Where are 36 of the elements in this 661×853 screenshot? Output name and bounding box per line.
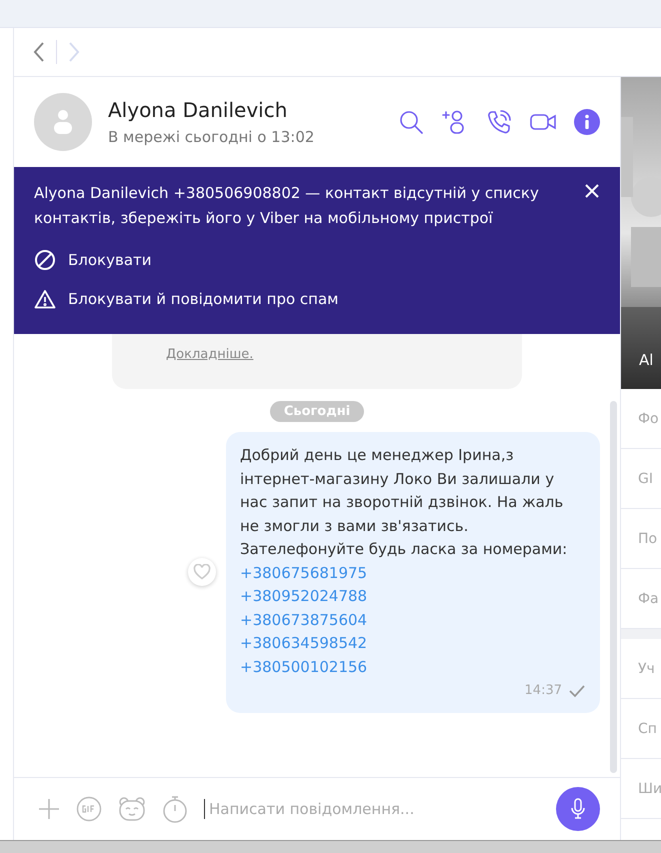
message-text: Зателефонуйте будь ласка за номерами: <box>240 539 568 560</box>
online-status: В мережі сьогодні о 13:02 <box>108 128 316 146</box>
message-text: Добрий день це менеджер Ірина,з інтернет-магазину Локо Ви залишали у нас запит на зворотній дзвінок. На жаль не змогли з вами зв'язатись. <box>240 445 564 536</box>
heart-icon <box>193 564 211 580</box>
microphone-button[interactable] <box>556 787 600 831</box>
photo-caption: Al <box>639 351 654 369</box>
menu-item[interactable]: Фо <box>621 389 661 449</box>
microphone-icon <box>570 798 586 820</box>
call-button[interactable] <box>486 109 512 135</box>
message-time: 14:37 <box>524 682 562 700</box>
block-button[interactable]: Блокувати <box>34 249 152 271</box>
menu-item[interactable]: GI <box>621 449 661 509</box>
menu-item[interactable]: Сп <box>621 699 661 759</box>
menu-item[interactable]: Уч <box>621 639 661 699</box>
timer-icon[interactable] <box>162 795 188 823</box>
report-spam-button[interactable]: Блокувати й повідомити про спам <box>34 289 338 309</box>
phone-link[interactable]: +380952024788 <box>240 585 368 608</box>
learn-more-link[interactable]: Докладніше. <box>166 347 254 362</box>
phone-link[interactable]: +380500102156 <box>240 656 368 679</box>
close-button[interactable] <box>584 183 600 199</box>
back-button[interactable] <box>32 41 46 63</box>
search-button[interactable] <box>398 109 424 135</box>
menu-item[interactable]: По <box>621 509 661 569</box>
sticker-icon[interactable] <box>118 796 146 822</box>
warning-icon <box>34 289 56 309</box>
phone-link[interactable]: +380673875604 <box>240 608 368 632</box>
block-icon <box>34 249 56 271</box>
phone-link[interactable]: +380634598542 <box>240 632 368 656</box>
plus-icon[interactable] <box>38 798 60 820</box>
banner-message: Alyona Danilevich +380506908802 — контакт відсутній у списку контактів, збережіть його у Viber на мобільному пристрої <box>34 183 540 229</box>
menu-item[interactable]: Ши <box>621 759 661 819</box>
scrollbar[interactable] <box>610 401 617 773</box>
phone-link[interactable]: +380675681975 <box>240 562 368 585</box>
info-button[interactable] <box>574 109 600 135</box>
contact-name: Alyona Danilevich <box>108 98 288 122</box>
gif-icon[interactable] <box>76 796 102 822</box>
